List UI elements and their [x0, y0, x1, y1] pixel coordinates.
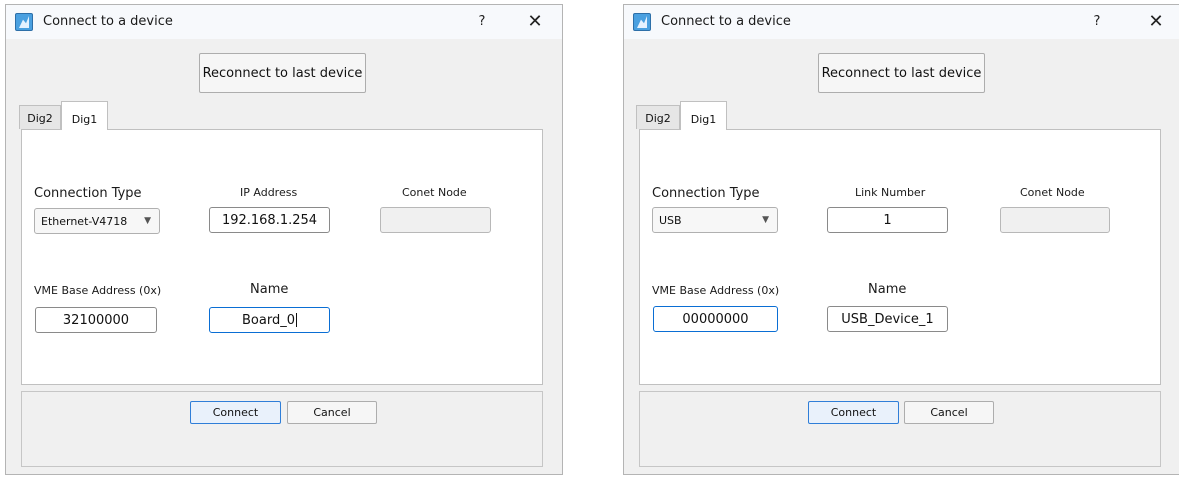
- conet-node-field[interactable]: [1000, 207, 1110, 233]
- tab-dig1[interactable]: Dig1: [61, 101, 108, 130]
- help-button[interactable]: ?: [472, 12, 492, 32]
- vme-base-address-label: VME Base Address (0x): [652, 284, 780, 297]
- vme-base-address-label: VME Base Address (0x): [34, 284, 162, 297]
- app-icon: [633, 13, 651, 31]
- connection-type-select[interactable]: USB ▼: [652, 207, 778, 233]
- button-panel: [21, 391, 543, 467]
- vme-base-address-field[interactable]: 00000000: [653, 306, 778, 332]
- name-label: Name: [250, 282, 289, 297]
- reconnect-button[interactable]: Reconnect to last device: [199, 53, 366, 93]
- connect-button[interactable]: Connect: [808, 401, 899, 424]
- chevron-down-icon: ▼: [762, 215, 769, 225]
- name-field-value: Board_0: [242, 312, 295, 328]
- conet-node-label: Conet Node: [1020, 186, 1085, 199]
- tab-panel: Connection Type USB ▼ Link Number 1 Cone…: [639, 129, 1161, 385]
- window-title: Connect to a device: [661, 14, 791, 29]
- name-field[interactable]: USB_Device_1: [827, 306, 948, 332]
- connection-type-label: Connection Type: [652, 186, 760, 201]
- connection-type-value: USB: [659, 213, 682, 227]
- conet-node-field[interactable]: [380, 207, 491, 233]
- tab-dig2[interactable]: Dig2: [19, 105, 61, 129]
- title-bar[interactable]: Connect to a device ? ✕: [6, 5, 562, 39]
- link-number-label: Link Number: [855, 186, 926, 199]
- connection-type-value: Ethernet-V4718: [41, 214, 128, 228]
- name-field[interactable]: Board_0: [209, 307, 330, 333]
- close-icon[interactable]: ✕: [520, 9, 550, 35]
- help-button[interactable]: ?: [1087, 12, 1107, 32]
- connect-dialog-2: Connect to a device ? ✕ Reconnect to las…: [623, 4, 1179, 475]
- cancel-button[interactable]: Cancel: [287, 401, 377, 424]
- connect-dialog-1: Connect to a device ? ✕ Reconnect to las…: [5, 4, 563, 475]
- cancel-button[interactable]: Cancel: [904, 401, 994, 424]
- close-icon[interactable]: ✕: [1141, 9, 1171, 35]
- link-number-field[interactable]: 1: [827, 207, 948, 233]
- tab-panel: Connection Type Ethernet-V4718 ▼ IP Addr…: [21, 129, 543, 385]
- tab-dig1[interactable]: Dig1: [680, 101, 727, 130]
- chevron-down-icon: ▼: [144, 216, 151, 226]
- connect-button[interactable]: Connect: [190, 401, 281, 424]
- window-title: Connect to a device: [43, 14, 173, 29]
- connection-type-label: Connection Type: [34, 186, 142, 201]
- button-panel: [639, 391, 1161, 467]
- text-caret: [295, 313, 297, 327]
- title-bar[interactable]: Connect to a device ? ✕: [624, 5, 1179, 39]
- ip-address-label: IP Address: [240, 186, 298, 199]
- app-icon: [15, 13, 33, 31]
- reconnect-button[interactable]: Reconnect to last device: [818, 53, 985, 93]
- connection-type-select[interactable]: Ethernet-V4718 ▼: [34, 208, 160, 234]
- conet-node-label: Conet Node: [402, 186, 467, 199]
- vme-base-address-field[interactable]: 32100000: [35, 307, 157, 333]
- name-label: Name: [868, 282, 907, 297]
- tab-dig2[interactable]: Dig2: [636, 105, 680, 129]
- ip-address-field[interactable]: 192.168.1.254: [209, 207, 330, 233]
